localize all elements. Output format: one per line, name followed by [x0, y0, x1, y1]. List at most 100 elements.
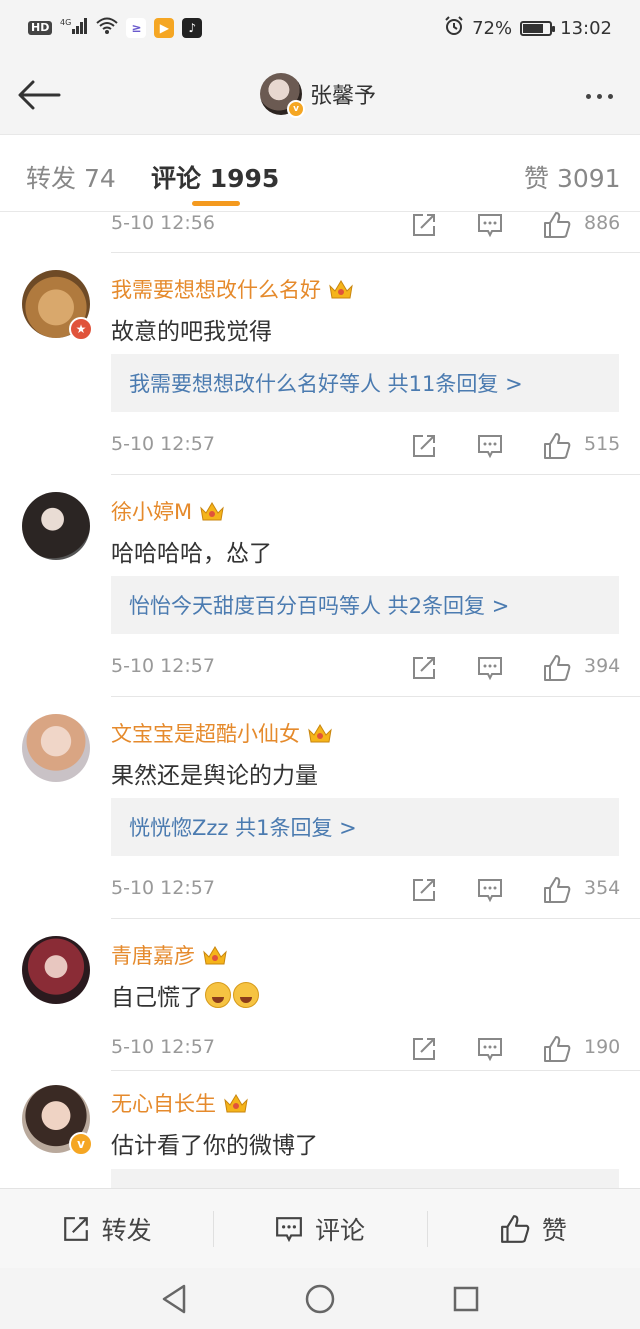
avatar[interactable]: v: [22, 1085, 93, 1156]
share-icon[interactable]: [410, 654, 438, 682]
like-count: 354: [584, 877, 621, 899]
hd-indicator: HD: [28, 21, 53, 35]
share-icon[interactable]: [410, 876, 438, 904]
reply-icon[interactable]: [476, 1035, 504, 1063]
crown-icon: [222, 1091, 250, 1115]
status-bar: HD 4G ≥ ▶ ♪ 72% 13:02: [0, 0, 640, 56]
profile-link[interactable]: v 张馨予: [260, 73, 377, 118]
comment-label: 评论: [314, 1215, 365, 1245]
like-icon[interactable]: [543, 1035, 571, 1063]
avatar[interactable]: [22, 492, 90, 560]
verified-badge-icon: v: [287, 100, 305, 118]
like-icon[interactable]: [543, 432, 571, 460]
nav-back-button[interactable]: [156, 1281, 192, 1317]
member-badge-icon: ★: [69, 317, 93, 341]
like-label: 赞: [541, 1215, 567, 1245]
reply-icon[interactable]: [476, 212, 504, 239]
comment-username[interactable]: 无心自长生: [111, 1088, 250, 1118]
replies-summary[interactable]: 恍恍惚Zzz 共1条回复 >: [111, 798, 619, 856]
comment-actions-row: 5-10 12:57 394: [0, 643, 640, 693]
crown-icon: [198, 499, 226, 523]
divider: [111, 1070, 640, 1071]
divider: [111, 918, 640, 919]
comment-list[interactable]: 5-10 12:56 886 ★ 我需要想想改什么名好 故意的吧我觉得 我需要想…: [0, 212, 640, 1188]
comment-time: 5-10 12:56: [111, 212, 215, 234]
comment-username[interactable]: 徐小婷M: [111, 496, 226, 526]
share-icon[interactable]: [410, 432, 438, 460]
nav-home-button[interactable]: [302, 1281, 338, 1317]
divider: [111, 252, 640, 253]
like-button[interactable]: 赞: [426, 1189, 640, 1268]
avatar[interactable]: [22, 714, 90, 782]
tab-likes[interactable]: 赞 3091: [524, 159, 621, 195]
like-icon[interactable]: [543, 654, 571, 682]
tab-comments[interactable]: 评论 1995: [151, 159, 279, 195]
tab-bar: 转发 74 评论 1995 赞 3091: [0, 134, 640, 212]
verified-badge-icon: v: [69, 1132, 93, 1156]
crown-icon: [201, 943, 229, 967]
tab-reposts[interactable]: 转发 74: [26, 159, 116, 195]
share-icon: [63, 1216, 88, 1241]
page-title: 张馨予: [310, 84, 377, 109]
avatar[interactable]: ★: [22, 270, 93, 341]
top-header: v 张馨予: [0, 56, 640, 134]
cellular-signal-icon: 4G: [60, 17, 88, 40]
alarm-icon: [444, 15, 464, 41]
share-icon[interactable]: [410, 1035, 438, 1063]
active-tab-indicator: [192, 201, 240, 206]
comment-username[interactable]: 文宝宝是超酷小仙女: [111, 718, 334, 748]
laugh-cry-emoji-icon: [233, 982, 259, 1008]
like-count: 190: [584, 1036, 621, 1058]
square-recents-icon: [453, 1286, 479, 1311]
comment-icon: [276, 1216, 302, 1242]
triangle-back-icon: [162, 1284, 186, 1313]
comment-actions-row: 5-10 12:57 354: [0, 865, 640, 915]
more-dots-icon: [585, 93, 591, 99]
reply-icon[interactable]: [476, 432, 504, 460]
system-nav-bar: [0, 1268, 640, 1329]
svg-text:4G: 4G: [60, 18, 71, 27]
comment-time: 5-10 12:57: [111, 433, 215, 455]
repost-button[interactable]: 转发: [0, 1189, 213, 1268]
replies-summary[interactable]: 怡怡今天甜度百分百吗等人 共2条回复 >: [111, 576, 619, 634]
wifi-icon: [96, 17, 119, 40]
clock: 13:02: [560, 17, 612, 39]
comment-actions-row: 5-10 12:57 515: [0, 421, 640, 471]
battery-icon: [520, 20, 556, 36]
app-notification-icon: ≥: [126, 18, 147, 38]
back-button[interactable]: [16, 72, 62, 118]
more-button[interactable]: [576, 78, 622, 114]
comment-text: 果然还是舆论的力量: [111, 763, 318, 789]
like-icon[interactable]: [543, 212, 571, 239]
comment-text: 故意的吧我觉得: [111, 319, 272, 345]
back-arrow-icon: [18, 80, 61, 110]
circle-home-icon: [305, 1284, 335, 1313]
share-icon[interactable]: [410, 212, 438, 239]
tiktok-icon: ♪: [182, 18, 203, 38]
like-icon[interactable]: [543, 876, 571, 904]
divider: [111, 696, 640, 697]
comment-actions-row: 5-10 12:57 190: [0, 1024, 640, 1074]
comment-username[interactable]: 我需要想想改什么名好: [111, 274, 355, 304]
video-app-icon: ▶: [154, 18, 175, 38]
comment-button[interactable]: 评论: [213, 1189, 426, 1268]
laugh-cry-emoji-icon: [205, 982, 231, 1008]
like-count: 515: [584, 433, 621, 455]
comment-actions-row: 5-10 12:56 886: [0, 212, 640, 250]
nav-recents-button[interactable]: [448, 1281, 484, 1317]
replies-summary[interactable]: 我需要想想改什么名好等人 共11条回复 >: [111, 354, 619, 412]
crown-icon: [306, 721, 334, 745]
avatar: v: [260, 73, 305, 118]
divider: [111, 474, 640, 475]
comment-username[interactable]: 青唐嘉彦: [111, 940, 229, 970]
comment-text: 估计看了你的微博了: [111, 1133, 318, 1159]
comment-text: 哈哈哈哈，怂了: [111, 541, 272, 567]
repost-label: 转发: [101, 1215, 152, 1245]
like-count: 886: [584, 212, 621, 234]
reply-icon[interactable]: [476, 654, 504, 682]
reply-icon[interactable]: [476, 876, 504, 904]
bottom-action-bar: 转发 评论 赞: [0, 1188, 640, 1268]
avatar[interactable]: [22, 936, 90, 1004]
replies-summary[interactable]: [111, 1169, 619, 1188]
battery-percent: 72%: [472, 17, 513, 39]
